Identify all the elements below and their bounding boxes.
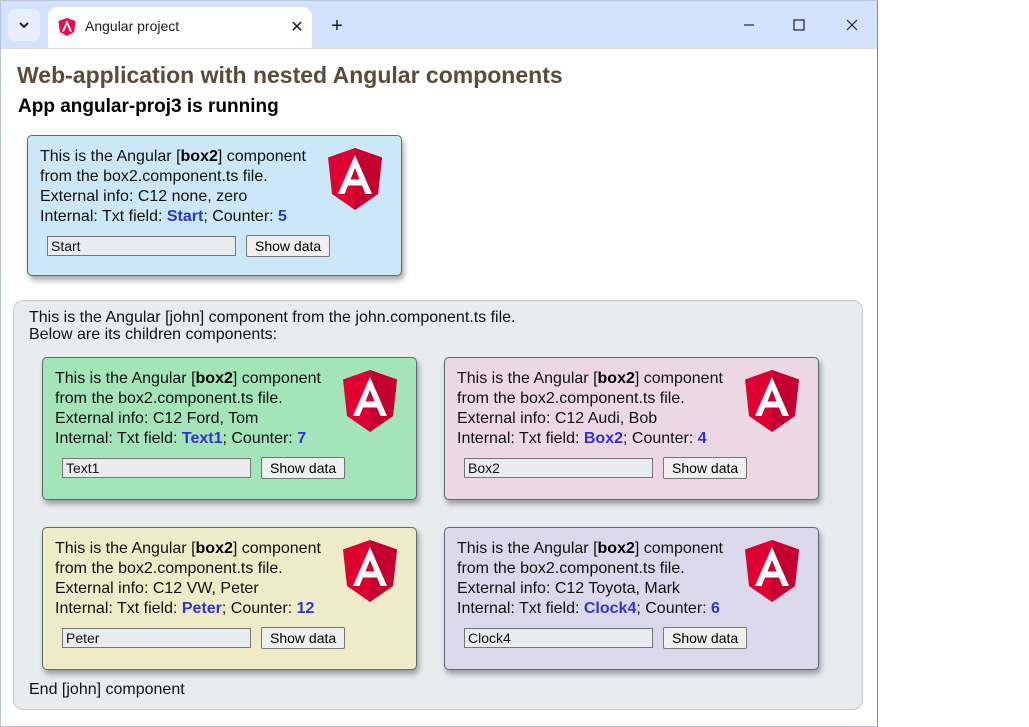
counter-value: 4 <box>697 430 707 447</box>
external-info: C12 Toyota, Mark <box>554 580 680 597</box>
txt-field-input[interactable] <box>62 628 251 648</box>
external-info: C12 Ford, Tom <box>152 410 259 427</box>
txt-field-input[interactable] <box>47 236 236 256</box>
box-text: This is the Angular [box2] component fro… <box>457 540 723 617</box>
title-bar: Angular project ✕ + <box>1 1 877 48</box>
john-end-text: End [john] component <box>29 681 185 698</box>
angular-logo-icon <box>745 370 799 432</box>
close-window-button[interactable] <box>838 11 866 39</box>
show-data-button[interactable]: Show data <box>663 627 748 649</box>
angular-logo-icon <box>343 370 397 432</box>
box-text: This is the Angular [box2] component fro… <box>55 370 321 447</box>
txt-field-value: Peter <box>181 600 222 617</box>
external-info: C12 none, zero <box>137 188 248 205</box>
page-heading: Web-application with nested Angular comp… <box>17 62 563 88</box>
browser-tab[interactable]: Angular project ✕ <box>48 7 312 48</box>
box2-component: This is the Angular [box2] component fro… <box>444 527 819 670</box>
tab-close-icon[interactable]: ✕ <box>286 16 308 38</box>
angular-logo-icon <box>328 148 382 210</box>
txt-field-value: Box2 <box>583 430 623 447</box>
page-subheading: App angular-proj3 is running <box>18 96 279 117</box>
external-info: C12 VW, Peter <box>152 580 259 597</box>
external-info: C12 Audi, Bob <box>554 410 658 427</box>
show-data-button[interactable]: Show data <box>261 627 346 649</box>
close-icon <box>846 19 858 31</box>
box-text: This is the Angular [box2] component fro… <box>457 370 723 447</box>
chevron-down-icon <box>19 22 29 29</box>
txt-field-value: Text1 <box>181 430 223 447</box>
counter-value: 7 <box>297 430 307 447</box>
txt-field-value: Start <box>166 208 204 225</box>
new-tab-button[interactable]: + <box>326 15 348 37</box>
txt-field-input[interactable] <box>464 458 653 478</box>
minimize-icon <box>744 24 754 26</box>
minimize-button[interactable] <box>735 11 763 39</box>
angular-logo-icon <box>745 540 799 602</box>
box2-component: This is the Angular [box2] component fro… <box>42 357 417 500</box>
counter-value: 12 <box>296 600 315 617</box>
show-data-button[interactable]: Show data <box>261 457 346 479</box>
box2-component: This is the Angular [box2] component fro… <box>42 527 417 670</box>
john-component: This is the Angular [john] component fro… <box>13 300 863 710</box>
maximize-icon <box>793 19 805 31</box>
box2-component: This is the Angular [box2] component fro… <box>27 135 402 276</box>
tab-search-button[interactable] <box>8 9 40 41</box>
angular-logo-icon <box>343 540 397 602</box>
box-text: This is the Angular [box2] component fro… <box>40 148 306 225</box>
browser-window: Angular project ✕ + Web-application with… <box>0 0 878 727</box>
box2-component: This is the Angular [box2] component fro… <box>444 357 819 500</box>
show-data-button[interactable]: Show data <box>663 457 748 479</box>
counter-value: 6 <box>711 600 720 617</box>
counter-value: 5 <box>278 208 287 225</box>
page-content: Web-application with nested Angular comp… <box>1 48 877 727</box>
angular-icon <box>58 18 76 36</box>
tab-title: Angular project <box>85 18 180 34</box>
txt-field-input[interactable] <box>464 628 653 648</box>
txt-field-input[interactable] <box>62 458 251 478</box>
john-intro: This is the Angular [john] component fro… <box>29 309 516 343</box>
txt-field-value: Clock4 <box>583 600 637 617</box>
maximize-button[interactable] <box>785 11 813 39</box>
show-data-button[interactable]: Show data <box>246 235 331 257</box>
box-text: This is the Angular [box2] component fro… <box>55 540 321 617</box>
